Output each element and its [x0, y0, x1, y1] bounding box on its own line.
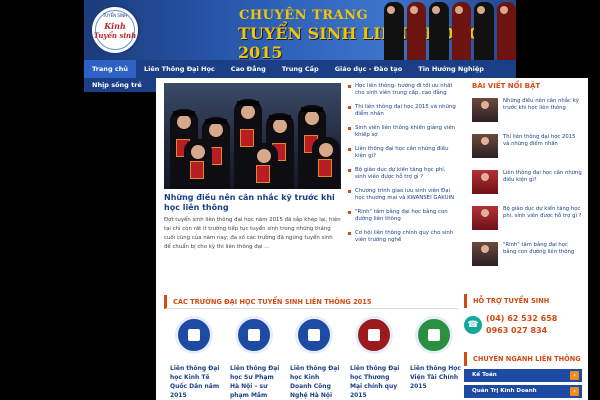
- featured-post-title[interactable]: Bộ giáo dục dự kiến tăng học phí, sinh v…: [503, 206, 582, 242]
- featured-post-thumbnail[interactable]: [472, 170, 498, 194]
- news-item[interactable]: Thi liên thông đại học 2015 và những điể…: [348, 104, 458, 118]
- logo-line2: Tuyển sinh: [93, 30, 137, 40]
- featured-posts: Những điều nên cân nhắc kỹ trước khi học…: [472, 98, 582, 278]
- phone-icon: ☎: [464, 316, 482, 334]
- main-nav: Trang chủ Liên Thông Đại Học Cao Đẳng Tr…: [84, 60, 516, 78]
- featured-post[interactable]: Thi liên thông đại học 2015 và những điể…: [472, 134, 582, 170]
- news-item[interactable]: Liên thông đại học cần những điều kiện g…: [348, 146, 458, 160]
- feature-excerpt: Đợt tuyển sinh liên thông đại học năm 20…: [164, 217, 341, 250]
- featured-post[interactable]: Liên thông đại học cần những điều kiện g…: [472, 170, 582, 206]
- schools-heading: CÁC TRƯỜNG ĐẠI HỌC TUYỂN SINH LIÊN THÔNG…: [164, 295, 458, 309]
- school-card[interactable]: Liên thông Đại học Kinh Doanh Công Nghệ …: [284, 316, 344, 400]
- school-card[interactable]: Liên thông Học Viện Tài Chính 2015: [404, 316, 464, 400]
- site-header: TUYỂN SINH Kinh Tuyển sinh CHUYÊN TRANG …: [84, 0, 516, 60]
- nav-item-education[interactable]: Giáo dục - Đào tạo: [327, 60, 411, 78]
- school-logo[interactable]: [415, 316, 453, 354]
- school-logo[interactable]: [355, 316, 393, 354]
- major-label: Kế Toán: [472, 372, 497, 378]
- school-name[interactable]: Liên thông Đại học Sư Phạm Hà Nội – sư p…: [226, 364, 282, 400]
- support-phones: (04) 62 532 658 0963 027 834: [486, 313, 557, 337]
- news-item[interactable]: Sinh viên liên thông khiến giảng viên kh…: [348, 125, 458, 139]
- feature-image[interactable]: [164, 83, 341, 189]
- featured-posts-heading: BÀI VIẾT NỔI BẬT: [472, 82, 541, 90]
- logo-arc-text: TUYỂN SINH: [102, 13, 128, 18]
- majors-heading: CHUYÊN NGÀNH LIÊN THÔNG: [464, 352, 582, 366]
- featured-post-title[interactable]: Thi liên thông đại học 2015 và những điể…: [503, 134, 582, 170]
- logo-line1: Kinh: [104, 20, 126, 31]
- nav-item-college[interactable]: Cao Đẳng: [223, 60, 274, 78]
- main-nav-row2: Nhịp sống trẻ: [84, 78, 156, 92]
- header-subtitle: CHUYÊN TRANG: [239, 8, 369, 23]
- featured-post-title[interactable]: Những điều nên cân nhắc kỹ trước khi học…: [503, 98, 582, 134]
- news-item[interactable]: Chương trình giao lưu sinh viên Đại học …: [348, 188, 458, 202]
- school-logo[interactable]: [175, 316, 213, 354]
- news-item[interactable]: Bộ giáo dục dự kiến tăng học phí, sinh v…: [348, 167, 458, 181]
- content-area: Những điều nên cân nhắc kỹ trước khi học…: [156, 78, 588, 400]
- school-logo[interactable]: [295, 316, 333, 354]
- nav-item-home[interactable]: Trang chủ: [84, 60, 136, 78]
- support-phone-1[interactable]: (04) 62 532 658: [486, 313, 557, 325]
- major-item-business-admin[interactable]: Quản Trị Kinh Doanh ›: [464, 385, 582, 398]
- featured-post[interactable]: Những điều nên cân nhắc kỹ trước khi học…: [472, 98, 582, 134]
- featured-post-thumbnail[interactable]: [472, 98, 498, 122]
- featured-post-thumbnail[interactable]: [472, 242, 498, 266]
- school-logo[interactable]: [235, 316, 273, 354]
- school-name[interactable]: Liên thông Đại học Thương Mại chính quy …: [346, 364, 402, 400]
- feature-title-link[interactable]: Những điều nên cân nhắc kỹ trước khi học…: [164, 193, 341, 213]
- chevron-right-icon: ›: [570, 371, 579, 380]
- news-item[interactable]: Học liên thông- hướng đi tối ưu nhất cho…: [348, 83, 458, 97]
- school-name[interactable]: Liên thông Đại học Kinh Doanh Công Nghệ …: [286, 364, 342, 400]
- nav-item-career[interactable]: Tin Hướng Nghiệp: [410, 60, 492, 78]
- school-name[interactable]: Liên thông Học Viện Tài Chính 2015: [406, 364, 462, 391]
- chevron-right-icon: ›: [570, 387, 579, 396]
- support-heading: HỖ TRỢ TUYỂN SINH: [464, 294, 582, 308]
- featured-post[interactable]: "Rinh" tấm bằng đại học bằng con đường l…: [472, 242, 582, 278]
- news-item[interactable]: "Rinh" tấm bằng đại học bằng con đường l…: [348, 209, 458, 223]
- page: TUYỂN SINH Kinh Tuyển sinh CHUYÊN TRANG …: [0, 0, 600, 400]
- featured-post[interactable]: Bộ giáo dục dự kiến tăng học phí, sinh v…: [472, 206, 582, 242]
- header-graduates-image: [384, 2, 516, 60]
- school-card[interactable]: Liên thông Đại học Sư Phạm Hà Nội – sư p…: [224, 316, 284, 400]
- nav-item-youth-life[interactable]: Nhịp sống trẻ: [84, 78, 156, 92]
- support-box: ☎ (04) 62 532 658 0963 027 834: [464, 310, 582, 340]
- featured-post-thumbnail[interactable]: [472, 134, 498, 158]
- site-logo[interactable]: TUYỂN SINH Kinh Tuyển sinh: [90, 5, 140, 55]
- news-list: Học liên thông- hướng đi tối ưu nhất cho…: [348, 83, 458, 251]
- schools-list: Liên thông Đại học Kinh Tế Quốc Dân năm …: [164, 316, 464, 400]
- school-card[interactable]: Liên thông Đại học Thương Mại chính quy …: [344, 316, 404, 400]
- nav-item-vocational[interactable]: Trung Cấp: [274, 60, 327, 78]
- featured-post-title[interactable]: "Rinh" tấm bằng đại học bằng con đường l…: [503, 242, 582, 278]
- nav-item-university-transfer[interactable]: Liên Thông Đại Học: [136, 60, 223, 78]
- major-label: Quản Trị Kinh Doanh: [472, 388, 537, 394]
- featured-post-thumbnail[interactable]: [472, 206, 498, 230]
- support-phone-2[interactable]: 0963 027 834: [486, 325, 557, 337]
- major-item-accounting[interactable]: Kế Toán ›: [464, 369, 582, 382]
- school-name[interactable]: Liên thông Đại học Kinh Tế Quốc Dân năm …: [166, 364, 222, 400]
- school-card[interactable]: Liên thông Đại học Kinh Tế Quốc Dân năm …: [164, 316, 224, 400]
- featured-post-title[interactable]: Liên thông đại học cần những điều kiện g…: [503, 170, 582, 206]
- news-item[interactable]: Cơ hội liên thông chính quy cho sinh viê…: [348, 230, 458, 244]
